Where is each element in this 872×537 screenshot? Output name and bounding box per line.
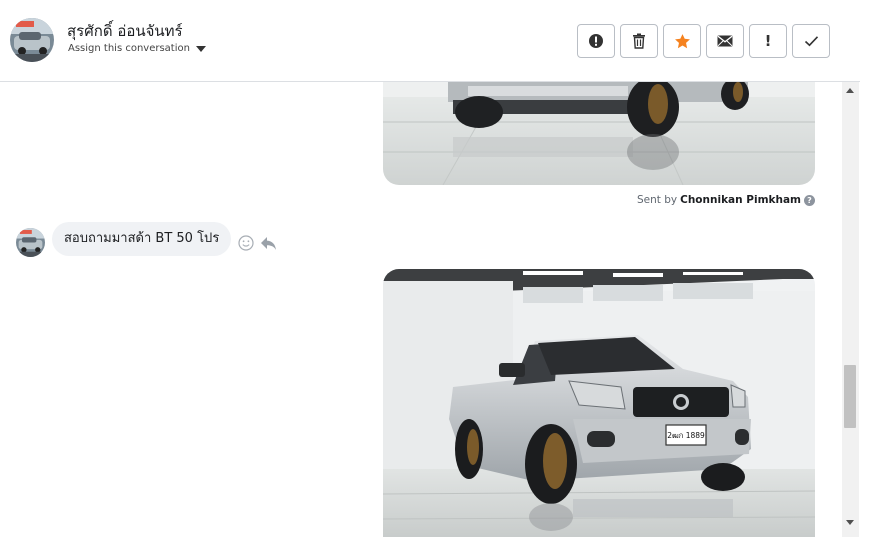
message-actions [238, 235, 277, 251]
vertical-scrollbar[interactable] [842, 82, 859, 537]
email-button[interactable] [706, 24, 744, 58]
contact-name: สุรศักดิ์ อ่อนจันทร์ [67, 22, 183, 40]
help-icon[interactable]: ? [804, 194, 815, 206]
reply-icon[interactable] [260, 236, 277, 251]
incoming-message-bubble: สอบถามมาสด้า BT 50 โปร [52, 222, 232, 256]
sender-name[interactable]: Chonnikan Pimkham [680, 194, 801, 206]
attachment-image[interactable]: 2ฒก 1889 [383, 269, 815, 537]
conversation-header: สุรศักดิ์ อ่อนจันทร์ Assign this convers… [0, 0, 860, 82]
spam-button[interactable] [577, 24, 615, 58]
done-button[interactable] [792, 24, 830, 58]
star-icon [674, 33, 690, 48]
scroll-down-icon[interactable] [846, 520, 854, 525]
scroll-up-icon[interactable] [846, 88, 854, 93]
exclamation-icon: ! [764, 32, 772, 50]
scrollbar-thumb[interactable] [844, 365, 856, 428]
chevron-down-icon [195, 45, 206, 52]
assign-conversation-dropdown[interactable]: Assign this conversation [68, 43, 206, 54]
license-plate-text: 2ฒก 1889 [667, 431, 705, 440]
assign-label: Assign this conversation [68, 43, 190, 54]
right-gutter [860, 0, 872, 537]
header-actions: ! [577, 24, 830, 58]
alert-circle-icon [589, 34, 603, 48]
trash-icon [633, 33, 645, 49]
sender-avatar[interactable] [16, 228, 45, 257]
important-button[interactable]: ! [749, 24, 787, 58]
sent-by-prefix: Sent by [637, 194, 678, 206]
sent-by-info: Sent by Chonnikan Pimkham ? [637, 194, 815, 206]
attachment-image[interactable] [383, 82, 815, 185]
envelope-icon [717, 35, 733, 47]
star-button[interactable] [663, 24, 701, 58]
contact-avatar[interactable] [10, 18, 54, 62]
check-icon [804, 36, 818, 47]
conversation-view: สุรศักดิ์ อ่อนจันทร์ Assign this convers… [0, 0, 872, 537]
smiley-icon[interactable] [238, 235, 254, 251]
delete-button[interactable] [620, 24, 658, 58]
